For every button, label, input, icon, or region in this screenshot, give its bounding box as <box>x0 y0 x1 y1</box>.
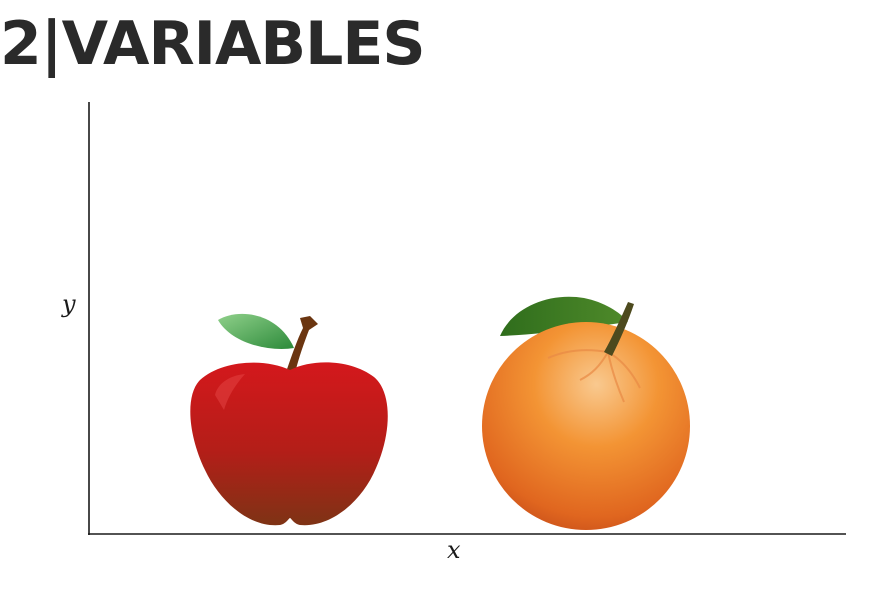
orange-body <box>482 322 690 530</box>
x-axis-label: x <box>447 536 461 564</box>
y-axis-label: y <box>61 290 76 318</box>
orange-icon <box>482 296 690 530</box>
apple-icon <box>190 313 388 526</box>
apple-leaf <box>218 313 294 349</box>
variables-diagram: y x <box>61 102 846 564</box>
